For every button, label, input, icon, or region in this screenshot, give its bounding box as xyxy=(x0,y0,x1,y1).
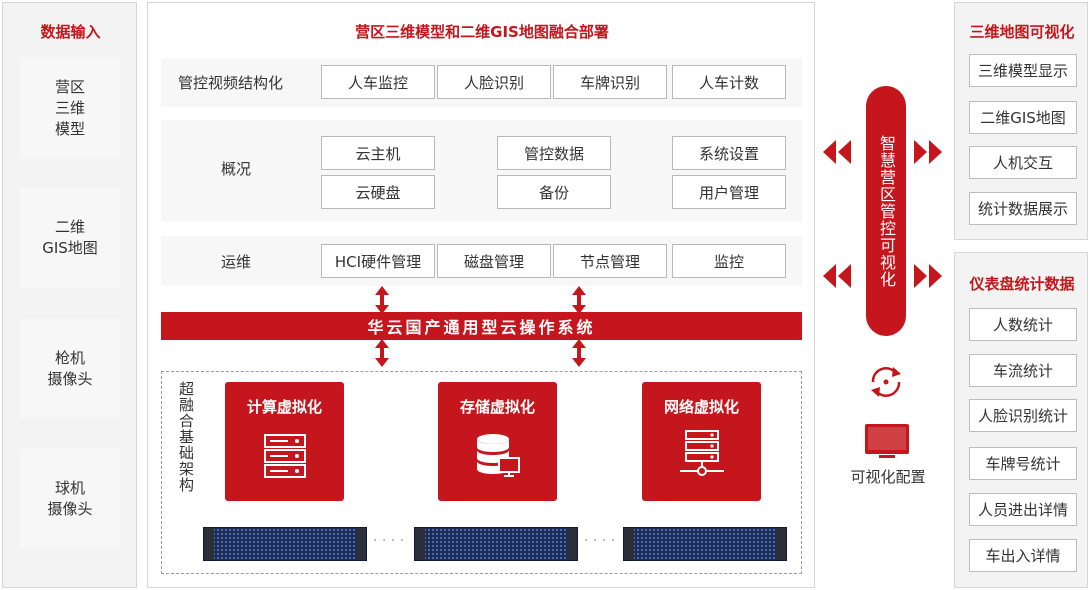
box-cloud-host: 云主机 xyxy=(321,136,435,170)
input-item-gis-map: 二维 GIS地图 xyxy=(20,188,120,288)
item-statistics-display: 统计数据展示 xyxy=(969,192,1077,225)
main-title: 营区三维模型和二维GIS地图融合部署 xyxy=(355,23,609,41)
server-unit xyxy=(203,527,367,561)
box-plate-recognition: 车牌识别 xyxy=(553,65,667,99)
item-face-recognition-stats: 人脸识别统计 xyxy=(969,399,1077,432)
dashboard-statistics-title: 仪表盘统计数据 xyxy=(969,275,1075,293)
box-person-vehicle-count: 人车计数 xyxy=(672,65,786,99)
input-item-3d-model: 营区 三维 模型 xyxy=(20,58,120,158)
item-traffic-count: 车流统计 xyxy=(969,354,1077,387)
network-virtualization-card: 网络虚拟化 xyxy=(642,382,761,501)
main-panel: 营区三维模型和二维GIS地图融合部署 管控视频结构化 人车监控 人脸识别 车牌识… xyxy=(147,2,815,588)
data-input-panel: 数据输入 营区 三维 模型 二维 GIS地图 枪机 摄像头 球机 摄像头 xyxy=(2,2,137,588)
item-person-entry-details: 人员进出详情 xyxy=(969,493,1077,526)
data-input-title: 数据输入 xyxy=(40,23,101,41)
box-person-vehicle-monitor: 人车监控 xyxy=(321,65,435,99)
double-arrow-lower-left-icon xyxy=(375,339,389,367)
storage-virtualization-card: 存储虚拟化 xyxy=(438,382,557,501)
item-plate-number-stats: 车牌号统计 xyxy=(969,447,1077,480)
smart-camp-pill-label: 智慧营区管控可视化 xyxy=(877,134,896,288)
box-cloud-disk: 云硬盘 xyxy=(321,175,435,209)
3d-map-visualization-panel: 三维地图可视化 三维模型显示 二维GIS地图 人机交互 统计数据展示 xyxy=(954,2,1088,240)
box-hci-hardware: HCI硬件管理 xyxy=(321,244,435,278)
network-server-icon xyxy=(680,430,724,476)
box-monitoring: 监控 xyxy=(672,244,786,278)
os-bar: 华云国产通用型云操作系统 xyxy=(161,312,802,340)
row-label-operations: 运维 xyxy=(221,252,252,271)
item-human-computer-interaction: 人机交互 xyxy=(969,146,1077,179)
box-control-data: 管控数据 xyxy=(497,136,611,170)
row-label-overview: 概况 xyxy=(221,159,252,178)
right-arrow-upper-icon xyxy=(914,140,942,164)
dashboard-statistics-panel: 仪表盘统计数据 人数统计 车流统计 人脸识别统计 车牌号统计 人员进出详情 车出… xyxy=(954,252,1088,588)
monitor-screen-icon xyxy=(865,424,909,458)
3d-map-visualization-title: 三维地图可视化 xyxy=(969,23,1075,41)
database-monitor-icon xyxy=(477,434,520,477)
server-unit xyxy=(623,527,787,561)
left-arrow-lower-icon xyxy=(823,264,851,288)
storage-virtualization-title: 存储虚拟化 xyxy=(459,398,535,416)
item-people-count: 人数统计 xyxy=(969,308,1077,341)
box-system-settings: 系统设置 xyxy=(672,136,786,170)
input-item-bullet-camera: 枪机 摄像头 xyxy=(20,319,120,419)
double-arrow-lower-right-icon xyxy=(572,339,586,367)
server-unit xyxy=(414,527,578,561)
box-node-management: 节点管理 xyxy=(553,244,667,278)
double-arrow-upper-left-icon xyxy=(375,286,389,314)
visualization-config-label: 可视化配置 xyxy=(850,468,926,486)
box-backup: 备份 xyxy=(497,175,611,209)
left-arrow-upper-icon xyxy=(823,140,851,164)
item-3d-model-display: 三维模型显示 xyxy=(969,54,1077,87)
infrastructure-label: 超融合基础架构 xyxy=(177,381,195,493)
compute-virtualization-card: 计算虚拟化 xyxy=(225,382,344,501)
smart-camp-pill: 智慧营区管控可视化 xyxy=(866,86,906,336)
item-vehicle-entry-details: 车出入详情 xyxy=(969,539,1077,572)
compute-virtualization-title: 计算虚拟化 xyxy=(246,398,322,416)
input-item-dome-camera: 球机 摄像头 xyxy=(20,449,120,549)
right-arrow-lower-icon xyxy=(914,264,942,288)
server-dots: · · · · xyxy=(584,533,616,549)
double-arrow-upper-right-icon xyxy=(572,286,586,314)
box-user-management: 用户管理 xyxy=(672,175,786,209)
box-face-recognition: 人脸识别 xyxy=(437,65,551,99)
row-label-video-structuring: 管控视频结构化 xyxy=(178,73,284,92)
network-virtualization-title: 网络虚拟化 xyxy=(663,398,739,416)
refresh-cycle-icon xyxy=(871,367,901,397)
box-disk-management: 磁盘管理 xyxy=(437,244,551,278)
item-2d-gis-map: 二维GIS地图 xyxy=(969,101,1077,134)
server-dots: · · · · xyxy=(373,533,405,549)
server-rack-icon xyxy=(264,434,306,478)
